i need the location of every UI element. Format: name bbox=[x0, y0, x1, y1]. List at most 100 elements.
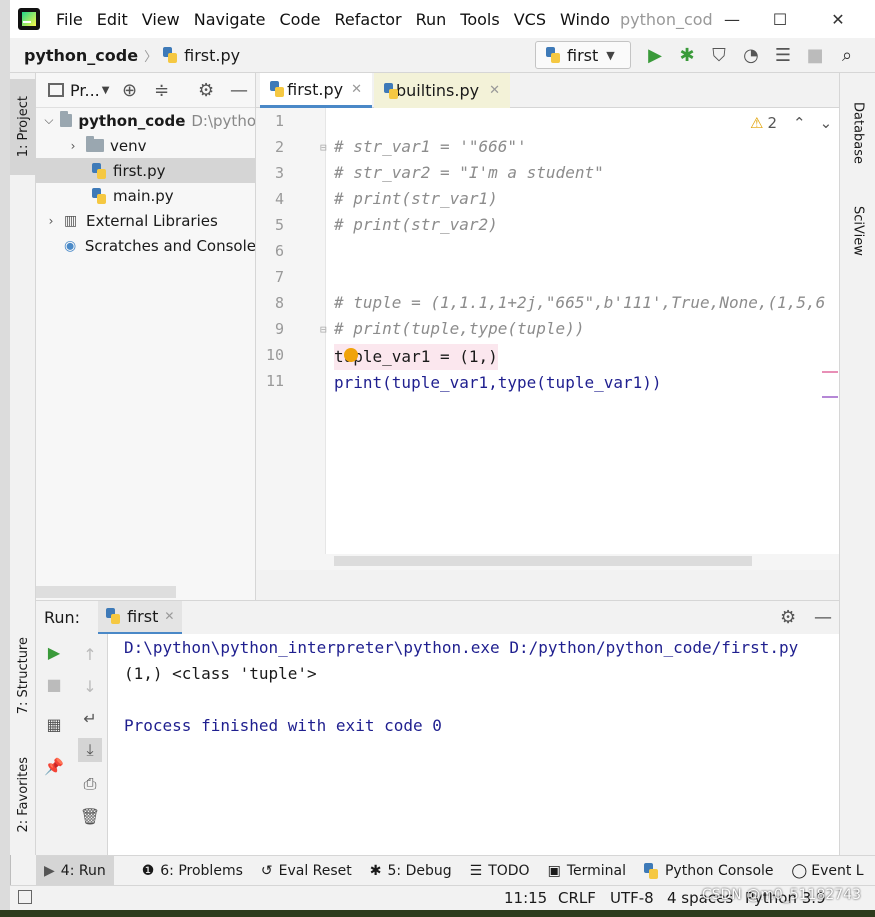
maximize-button[interactable]: ☐ bbox=[755, 0, 805, 38]
hide-icon[interactable]: — bbox=[814, 607, 832, 628]
run-icon[interactable]: ▶ bbox=[644, 44, 666, 66]
editor-hscroll-track bbox=[256, 554, 839, 570]
chevron-down-icon[interactable]: ⌄ bbox=[820, 114, 833, 132]
caret-position[interactable]: 11:15 bbox=[504, 889, 547, 907]
menu-file[interactable]: File bbox=[56, 10, 83, 29]
tree-item-root[interactable]: ⌵ python_code D:\pytho bbox=[36, 108, 255, 133]
gear-icon[interactable]: ⚙ bbox=[198, 80, 214, 101]
tab-favorites[interactable]: 2: Favorites bbox=[10, 745, 36, 845]
tab-todo[interactable]: ☰ TODO bbox=[470, 863, 530, 879]
close-window-button[interactable]: ✕ bbox=[813, 0, 863, 38]
tab-label: 4: Run bbox=[60, 862, 106, 879]
close-icon[interactable]: ✕ bbox=[351, 82, 362, 97]
close-icon[interactable]: ✕ bbox=[489, 83, 500, 98]
tab-structure-label: 7: Structure bbox=[15, 637, 31, 715]
chevron-up-icon[interactable]: ⌃ bbox=[793, 114, 806, 132]
line-number: 3 bbox=[274, 164, 284, 182]
tab-event-log[interactable]: ◯ Event L bbox=[792, 863, 864, 879]
menu-vcs[interactable]: VCS bbox=[514, 10, 546, 29]
line-number: 9 bbox=[274, 320, 284, 338]
reset-icon: ↺ bbox=[260, 862, 273, 879]
tab-sciview[interactable]: SciView bbox=[845, 191, 871, 271]
python-file-icon bbox=[546, 47, 561, 63]
stop-icon[interactable]: ■ bbox=[804, 44, 826, 66]
tree-item-scratches[interactable]: ◉ Scratches and Console bbox=[36, 233, 255, 258]
tree-item-first-py[interactable]: first.py bbox=[36, 158, 255, 183]
tree-item-external-libraries[interactable]: › ▥ External Libraries bbox=[36, 208, 255, 233]
error-stripe-marker[interactable] bbox=[822, 371, 838, 373]
tab-debug[interactable]: ✱ 5: Debug bbox=[370, 863, 452, 879]
menu-refactor[interactable]: Refactor bbox=[334, 10, 401, 29]
search-icon[interactable]: ⌕ bbox=[836, 44, 858, 66]
trash-icon[interactable]: 🗑 bbox=[78, 804, 102, 828]
debug-icon[interactable]: ✱ bbox=[676, 44, 698, 66]
locate-icon[interactable]: ⊕ bbox=[122, 80, 137, 101]
tab-label: Eval Reset bbox=[278, 862, 352, 879]
tab-builtins-py[interactable]: builtins.py ✕ bbox=[374, 73, 510, 108]
code-lines: # str_var1 = '"666"' # str_var2 = "I'm a… bbox=[326, 108, 839, 408]
menu-navigate[interactable]: Navigate bbox=[194, 10, 266, 29]
file-encoding[interactable]: UTF-8 bbox=[610, 889, 654, 907]
console-line: Process finished with exit code 0 bbox=[124, 716, 442, 735]
tab-python-console[interactable]: Python Console bbox=[643, 862, 774, 879]
tab-terminal[interactable]: ▣ Terminal bbox=[548, 863, 626, 879]
run-config-select[interactable]: first ▼ bbox=[535, 41, 631, 69]
line-numbers: 1 2 3 4 5 6 7 8 9 10 11 ⊟ ⊟ bbox=[256, 108, 327, 408]
up-arrow-icon[interactable]: ↑ bbox=[78, 642, 102, 666]
horizontal-scrollbar[interactable] bbox=[334, 556, 752, 566]
soft-wrap-icon[interactable]: ↵ bbox=[78, 706, 102, 730]
minimize-button[interactable]: — bbox=[707, 0, 757, 38]
hide-icon[interactable]: — bbox=[230, 80, 248, 101]
print-icon[interactable]: ⎙ bbox=[78, 772, 102, 796]
error-stripe-marker[interactable] bbox=[822, 396, 838, 398]
pin-icon[interactable]: 📌 bbox=[42, 754, 66, 778]
horizontal-scrollbar[interactable] bbox=[36, 586, 176, 598]
stop-icon[interactable]: ■ bbox=[42, 672, 66, 696]
menu-code[interactable]: Code bbox=[280, 10, 321, 29]
tab-first-py[interactable]: first.py ✕ bbox=[260, 73, 372, 108]
coverage-icon[interactable]: ⛉ bbox=[708, 44, 730, 66]
background-bleed-bottom bbox=[0, 910, 875, 917]
run-config-label: first bbox=[567, 45, 599, 65]
line-separator[interactable]: CRLF bbox=[558, 889, 596, 907]
tab-run-first[interactable]: first ✕ bbox=[98, 600, 183, 635]
breadcrumb-file[interactable]: first.py bbox=[184, 46, 240, 65]
tab-problems[interactable]: ❶ 6: Problems bbox=[142, 863, 243, 879]
tab-database[interactable]: Database bbox=[845, 83, 871, 183]
layout-icon[interactable]: ▦ bbox=[42, 712, 66, 736]
tab-eval-reset[interactable]: ↺ Eval Reset bbox=[261, 863, 352, 879]
menu-window[interactable]: Windo bbox=[560, 10, 610, 29]
run-tab-label: first bbox=[127, 606, 159, 626]
profile-icon[interactable]: ◔ bbox=[740, 44, 762, 66]
intention-bulb-icon[interactable] bbox=[344, 348, 358, 362]
menu-edit[interactable]: Edit bbox=[97, 10, 128, 29]
left-tool-strip: 1: Project 7: Structure 2: Favorites bbox=[10, 73, 36, 855]
project-view-select[interactable]: Pr... bbox=[70, 81, 100, 100]
menu-run[interactable]: Run bbox=[416, 10, 447, 29]
build-icon[interactable]: ☰ bbox=[772, 44, 794, 66]
toggle-tool-windows-icon[interactable] bbox=[18, 890, 32, 904]
down-arrow-icon[interactable]: ↓ bbox=[78, 674, 102, 698]
tab-run[interactable]: ▶ 4: Run bbox=[36, 855, 114, 886]
tree-item-venv[interactable]: › venv bbox=[36, 133, 255, 158]
close-icon[interactable]: ✕ bbox=[164, 609, 174, 623]
inspection-widget[interactable]: ⚠ 2 ⌃ ⌄ bbox=[750, 114, 832, 132]
menu-view[interactable]: View bbox=[142, 10, 180, 29]
scroll-to-end-icon[interactable]: ⤓ bbox=[78, 738, 102, 762]
tab-label: first.py bbox=[287, 79, 344, 99]
tree-item-label: venv bbox=[110, 136, 147, 155]
menu-tools[interactable]: Tools bbox=[460, 10, 499, 29]
tree-item-label: main.py bbox=[113, 186, 174, 205]
console-line: D:\python\python_interpreter\python.exe … bbox=[124, 638, 799, 657]
tree-item-main-py[interactable]: main.py bbox=[36, 183, 255, 208]
tree-item-label: first.py bbox=[113, 161, 166, 180]
collapse-all-icon[interactable]: ≑ bbox=[154, 80, 169, 101]
gear-icon[interactable]: ⚙ bbox=[780, 607, 796, 628]
run-console[interactable]: D:\python\python_interpreter\python.exe … bbox=[108, 634, 839, 855]
title-bar: File Edit View Navigate Code Refactor Ru… bbox=[10, 0, 875, 38]
tab-project[interactable]: 1: Project bbox=[10, 79, 36, 175]
rerun-icon[interactable]: ▶ bbox=[42, 640, 66, 664]
project-panel-header: Pr... ▼ ⊕ ≑ ⚙ — bbox=[36, 73, 255, 108]
breadcrumb-project[interactable]: python_code bbox=[24, 46, 138, 65]
tab-structure[interactable]: 7: Structure bbox=[10, 621, 36, 731]
